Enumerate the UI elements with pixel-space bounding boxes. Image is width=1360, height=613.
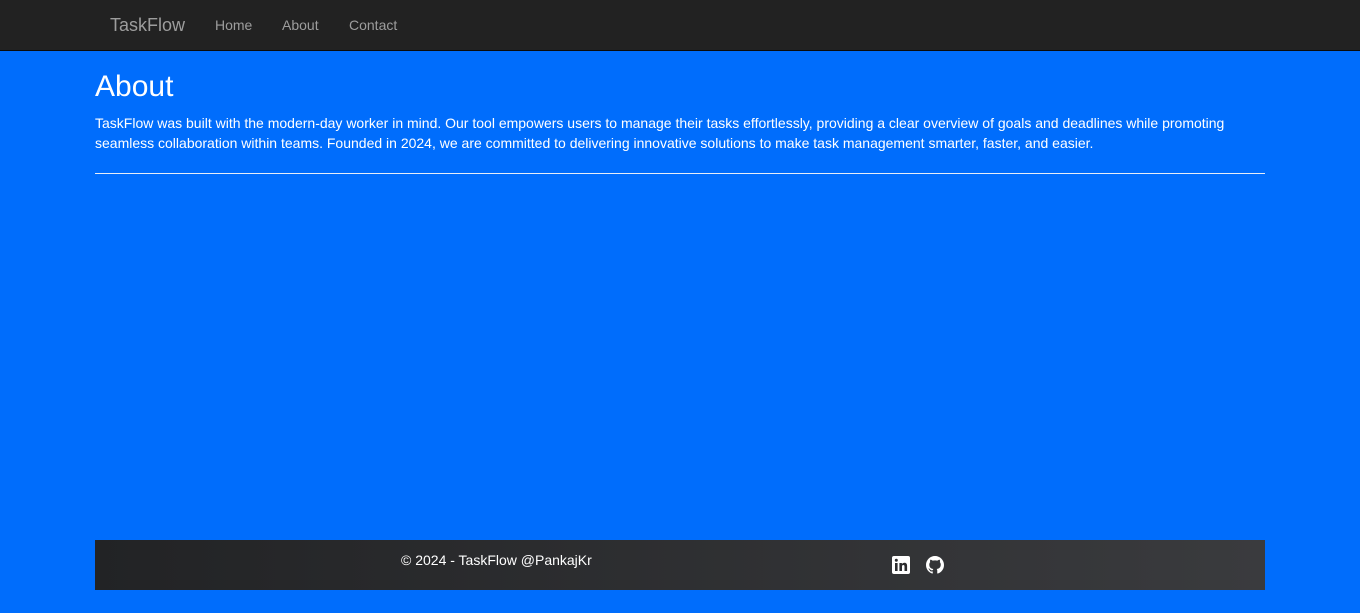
nav-link-home[interactable]: Home [215, 17, 252, 34]
page-title: About [95, 70, 174, 103]
footer-copyright: © 2024 - TaskFlow @PankajKr [401, 552, 592, 568]
footer: © 2024 - TaskFlow @PankajKr [95, 540, 1265, 590]
nav-link-contact[interactable]: Contact [349, 17, 397, 34]
nav-link-about[interactable]: About [282, 17, 319, 34]
linkedin-icon[interactable] [892, 556, 910, 574]
navbar: TaskFlow Home About Contact [0, 0, 1360, 51]
github-icon[interactable] [926, 556, 944, 574]
navbar-brand[interactable]: TaskFlow [110, 14, 185, 36]
content-divider [95, 173, 1265, 174]
about-description: TaskFlow was built with the modern-day w… [95, 115, 1225, 151]
